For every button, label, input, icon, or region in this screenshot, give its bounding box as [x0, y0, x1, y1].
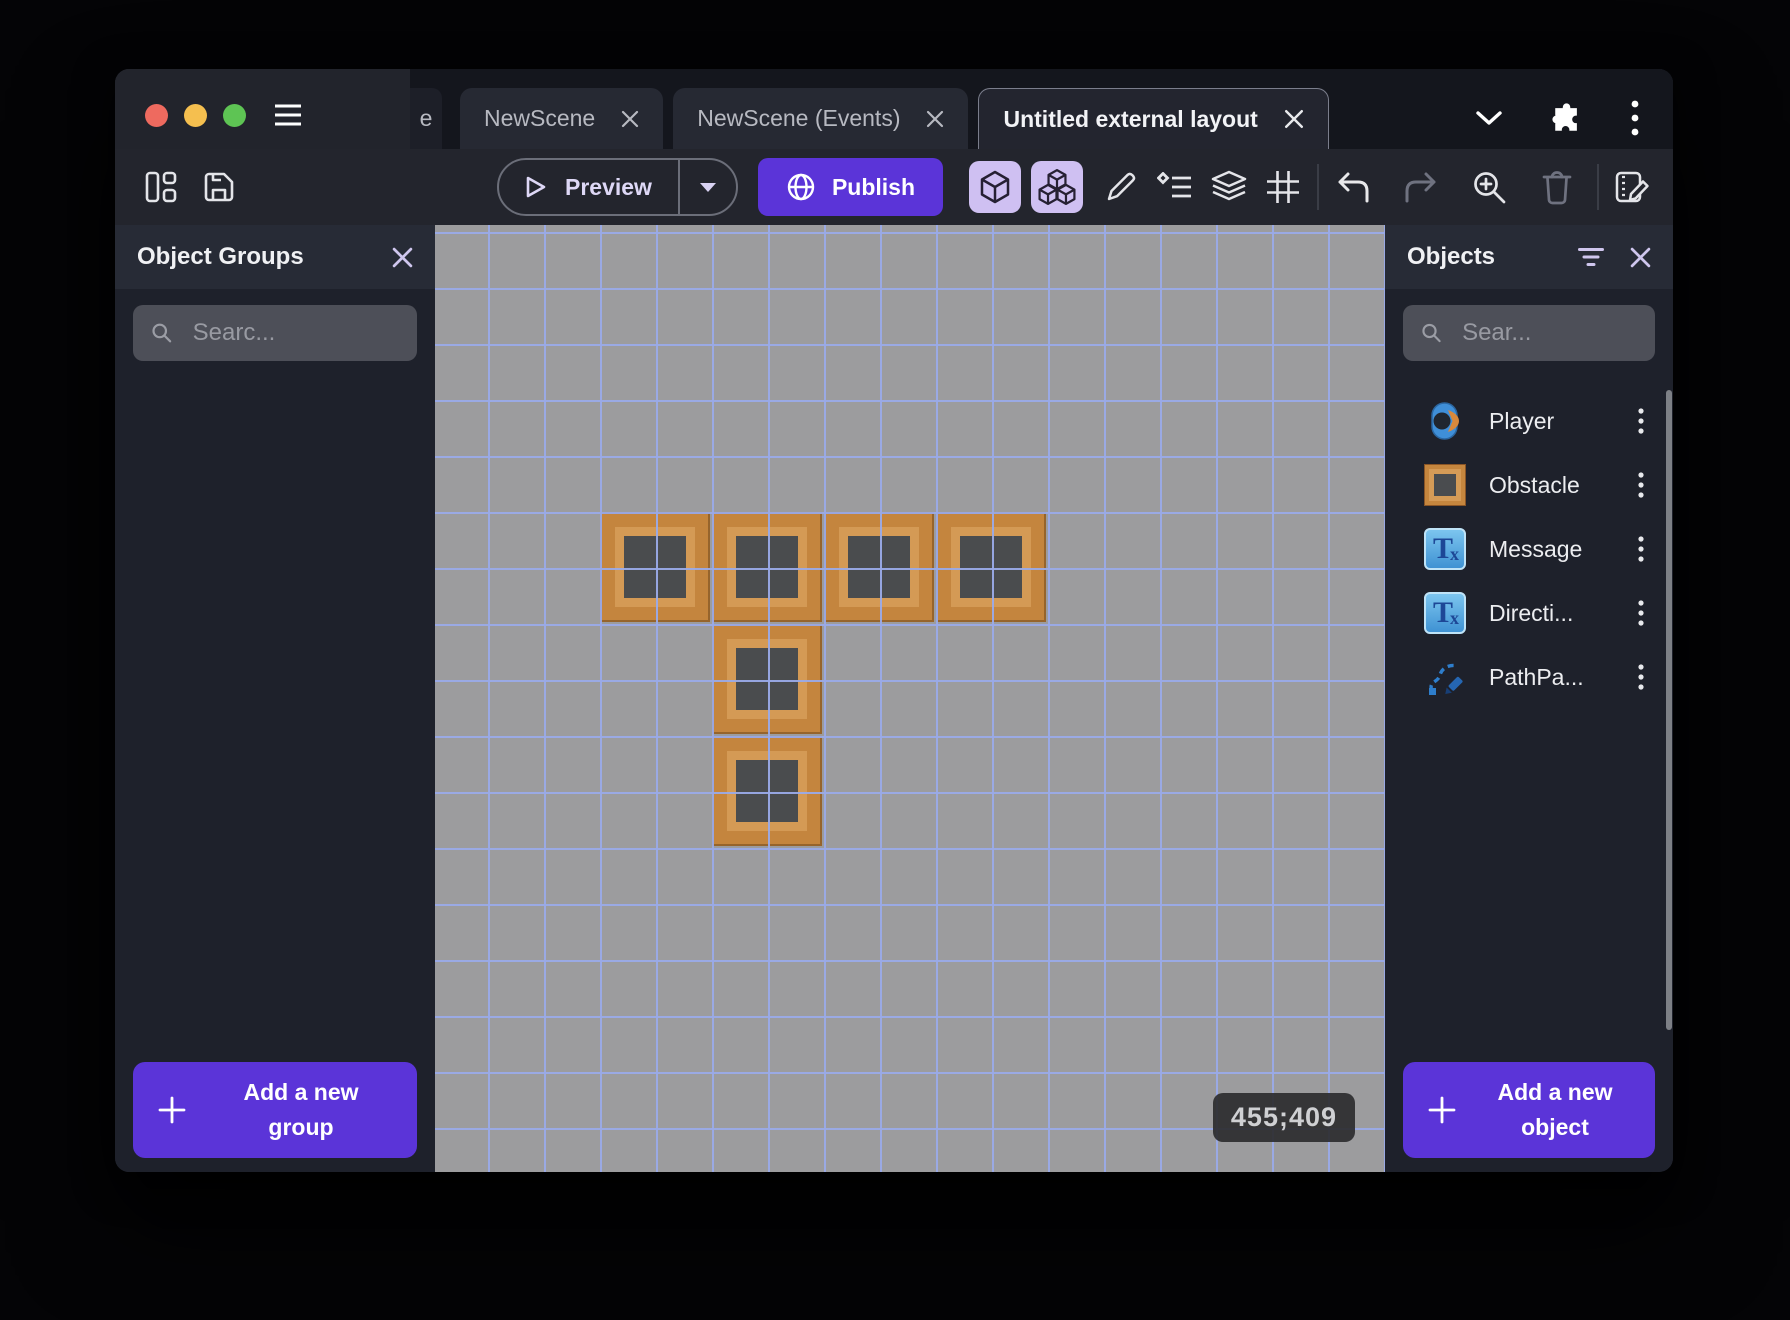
instructions-list-icon[interactable] — [1153, 165, 1197, 209]
obstacle-instance[interactable] — [712, 512, 822, 622]
object-name: Directi... — [1489, 599, 1574, 626]
kebab-menu-icon[interactable] — [1631, 100, 1639, 136]
obstacle-instance[interactable] — [824, 512, 934, 622]
tab-label: NewScene (Events) — [697, 105, 901, 131]
object-row-directions[interactable]: Tx Directi... — [1385, 581, 1673, 645]
filter-icon[interactable] — [1578, 247, 1604, 267]
layers-icon[interactable] — [1207, 165, 1251, 209]
preview-button[interactable]: Preview — [497, 158, 738, 216]
object-menu-kebab-icon[interactable] — [1621, 600, 1661, 626]
search-input[interactable] — [192, 319, 399, 347]
object-menu-kebab-icon[interactable] — [1621, 408, 1661, 434]
text-object-icon: Tx — [1423, 591, 1467, 635]
object-row-obstacle[interactable]: Obstacle — [1385, 453, 1673, 517]
obstacle-instance[interactable] — [712, 736, 822, 846]
object-menu-kebab-icon[interactable] — [1621, 536, 1661, 562]
object-menu-kebab-icon[interactable] — [1621, 472, 1661, 498]
add-object-button[interactable]: Add a new object — [1403, 1062, 1655, 1158]
cursor-coordinates-badge: 455;409 — [1212, 1093, 1355, 1142]
object-name: Message — [1489, 535, 1583, 562]
object-name: Player — [1489, 407, 1555, 434]
tab-label: NewScene — [484, 105, 596, 131]
play-icon — [526, 176, 546, 198]
zoom-window-button[interactable] — [223, 103, 246, 127]
objects-panel: Objects Sear... Player Obstacle T x Mess… — [1385, 225, 1673, 1172]
object-row-message[interactable]: Tx Message — [1385, 517, 1673, 581]
edit-objects-mode-toggle[interactable] — [969, 161, 1022, 213]
object-groups-search[interactable] — [133, 305, 417, 361]
edit-scene-icon[interactable] — [1611, 165, 1655, 209]
save-icon[interactable] — [197, 165, 241, 209]
main-menu-icon[interactable] — [272, 102, 304, 128]
edit-instances-mode-toggle[interactable] — [1031, 161, 1084, 213]
object-name: PathPa... — [1489, 663, 1584, 690]
traffic-lights — [145, 103, 246, 127]
desktop: e NewScene NewScene (Events) Untitled ex… — [0, 0, 1790, 1320]
close-icon[interactable] — [392, 247, 413, 268]
objects-search[interactable] — [1403, 305, 1655, 361]
obstacle-instance[interactable] — [600, 512, 710, 622]
tab-partial[interactable]: e — [410, 88, 442, 149]
publish-button[interactable]: Publish — [757, 158, 944, 216]
grid-icon[interactable] — [1261, 165, 1305, 209]
obstacle-instance[interactable] — [712, 624, 822, 734]
object-name: Obstacle — [1489, 471, 1580, 498]
open-project-manager-icon[interactable] — [139, 165, 183, 209]
tab-newscene-events[interactable]: NewScene (Events) — [673, 88, 969, 149]
zoom-in-icon[interactable] — [1467, 165, 1511, 209]
object-menu-kebab-icon[interactable] — [1621, 664, 1661, 690]
close-icon[interactable] — [621, 110, 639, 128]
objects-scrollbar[interactable] — [1666, 390, 1672, 1030]
obstacle-instance[interactable] — [936, 512, 1046, 622]
titlebar-right — [1475, 69, 1673, 149]
objects-header: Objects — [1385, 225, 1673, 289]
titlebar: e NewScene NewScene (Events) Untitled ex… — [115, 69, 1673, 149]
editor-content: Object Groups Add a new group — [115, 225, 1673, 1172]
window-controls — [115, 69, 410, 149]
undo-icon[interactable] — [1331, 165, 1375, 209]
edit-pencil-icon[interactable] — [1099, 165, 1143, 209]
plus-icon — [158, 1096, 186, 1124]
preview-options-dropdown[interactable] — [680, 182, 736, 193]
player-icon — [1423, 399, 1467, 443]
tab-untitled-external-layout[interactable]: Untitled external layout — [978, 88, 1329, 149]
add-group-button[interactable]: Add a new group — [133, 1062, 417, 1158]
redo-icon[interactable] — [1399, 165, 1443, 209]
path-icon — [1423, 655, 1467, 699]
add-group-label: Add a new group — [243, 1079, 359, 1140]
object-groups-title: Object Groups — [137, 243, 304, 270]
publish-label: Publish — [831, 173, 916, 200]
toolbar-separator — [1317, 164, 1320, 210]
search-icon — [152, 323, 172, 343]
obstacle-icon — [1423, 463, 1467, 507]
globe-icon — [787, 173, 815, 201]
toolbar-separator — [1597, 164, 1600, 210]
scene-canvas[interactable]: 455;409 — [435, 225, 1385, 1172]
toolbar: Preview Publish — [115, 149, 1673, 225]
gdevelop-window: e NewScene NewScene (Events) Untitled ex… — [115, 69, 1673, 1172]
extensions-puzzle-icon[interactable] — [1551, 102, 1583, 134]
objects-list: Player Obstacle T x Message T x Directi.… — [1385, 389, 1673, 709]
trash-icon[interactable] — [1535, 165, 1579, 209]
chevron-down-icon[interactable] — [1475, 110, 1503, 126]
preview-label: Preview — [565, 173, 652, 200]
close-window-button[interactable] — [145, 103, 168, 127]
object-groups-panel: Object Groups Add a new group — [115, 225, 435, 1172]
objects-title: Objects — [1407, 243, 1496, 270]
search-icon — [1422, 323, 1441, 343]
close-icon[interactable] — [1630, 247, 1651, 268]
object-row-player[interactable]: Player — [1385, 389, 1673, 453]
object-groups-header: Object Groups — [115, 225, 435, 289]
close-icon[interactable] — [1284, 109, 1304, 129]
minimize-window-button[interactable] — [184, 103, 207, 127]
tab-label: Untitled external layout — [1003, 105, 1258, 132]
plus-icon — [1428, 1096, 1456, 1124]
text-object-icon: Tx — [1423, 527, 1467, 571]
tab-newscene[interactable]: NewScene — [460, 88, 664, 149]
close-icon[interactable] — [926, 110, 944, 128]
object-row-pathpaint[interactable]: PathPa... — [1385, 645, 1673, 709]
add-object-label: Add a new object — [1497, 1079, 1613, 1140]
canvas-grid — [435, 225, 1385, 1172]
search-input[interactable] — [1462, 319, 1637, 347]
